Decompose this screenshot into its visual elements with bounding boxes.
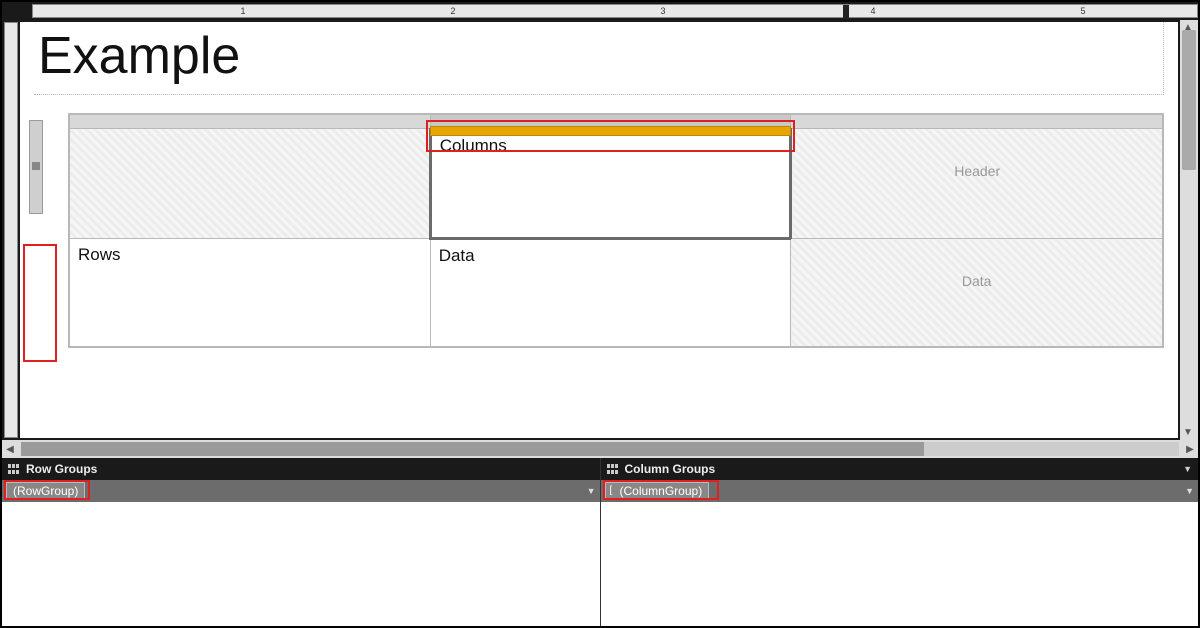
column-group-indicator [430, 126, 792, 136]
chevron-down-icon[interactable]: ▼ [1185, 486, 1194, 496]
rows-cell-text: Rows [70, 239, 430, 271]
ruler-tab-stop[interactable] [843, 5, 849, 19]
row-groups-title: Row Groups [26, 462, 97, 476]
tablix-data-cell[interactable]: Data [430, 239, 791, 347]
ruler-mark: 3 [660, 6, 665, 16]
grid-icon [8, 464, 20, 474]
data-cell-text: Data [431, 240, 791, 272]
ruler-mark: 2 [450, 6, 455, 16]
ghost-data-text: Data [791, 239, 1162, 289]
tablix-col-header-handle[interactable] [70, 115, 431, 129]
row-groups-header[interactable]: Row Groups [2, 458, 600, 480]
grouping-pane: Row Groups (RowGroup) ▼ Column Groups ▼ … [2, 458, 1198, 626]
scroll-right-icon[interactable]: ▶ [1182, 444, 1198, 455]
tablix-row-group-cell[interactable]: Rows [70, 239, 431, 347]
bracket-icon: [ [610, 485, 613, 496]
report-title-textbox[interactable]: Example [34, 22, 1164, 95]
ruler-mark: 1 [240, 6, 245, 16]
scrollbar-thumb[interactable] [1182, 30, 1196, 170]
row-group-item-row[interactable]: (RowGroup) ▼ [2, 480, 600, 502]
vertical-ruler[interactable] [4, 22, 18, 438]
design-canvas[interactable]: Example [20, 22, 1178, 438]
hscroll-thumb[interactable] [21, 442, 924, 456]
column-groups-title: Column Groups [625, 462, 716, 476]
row-groups-pane[interactable]: Row Groups (RowGroup) ▼ [2, 458, 601, 626]
tablix-header-placeholder[interactable]: Header [791, 129, 1163, 239]
chevron-down-icon[interactable]: ▼ [1183, 464, 1192, 474]
horizontal-ruler[interactable]: 1 2 3 4 5 [2, 2, 1198, 20]
ruler-mark: 4 [870, 6, 875, 16]
row-group-handle[interactable] [23, 114, 49, 347]
scroll-down-icon[interactable]: ▼ [1183, 427, 1193, 438]
tablix-region[interactable]: Columns Header Rows Data [68, 113, 1164, 348]
scroll-left-icon[interactable]: ◀ [2, 444, 18, 455]
column-group-label: (ColumnGroup) [620, 484, 703, 498]
report-title-text: Example [38, 27, 240, 85]
row-group-label: (RowGroup) [13, 484, 78, 498]
ruler-mark: 5 [1080, 6, 1085, 16]
horizontal-scrollbar[interactable]: ◀ ▶ [2, 440, 1198, 458]
chevron-down-icon[interactable]: ▼ [587, 486, 596, 496]
column-groups-header[interactable]: Column Groups ▼ [601, 458, 1199, 480]
column-groups-pane[interactable]: Column Groups ▼ [ (ColumnGroup) ▼ [601, 458, 1199, 626]
tablix-col-header-handle[interactable] [791, 115, 1163, 129]
row-group-chip[interactable]: (RowGroup) [6, 482, 85, 500]
ghost-header-text: Header [792, 129, 1162, 179]
tablix-column-group-cell[interactable]: Columns [430, 129, 791, 239]
tablix-corner-cell[interactable] [70, 129, 431, 239]
grid-icon [607, 464, 619, 474]
column-group-chip[interactable]: [ (ColumnGroup) [605, 482, 710, 500]
vertical-scrollbar[interactable]: ▲ ▼ [1180, 20, 1198, 440]
tablix-data-placeholder[interactable]: Data [791, 239, 1163, 347]
column-group-item-row[interactable]: [ (ColumnGroup) ▼ [601, 480, 1199, 502]
